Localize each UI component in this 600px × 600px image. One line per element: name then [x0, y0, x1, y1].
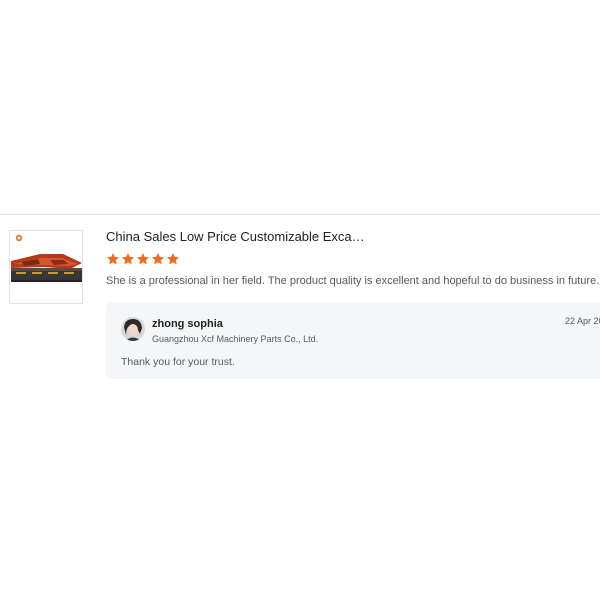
- supplier-reply-card: zhong sophia Guangzhou Xcf Machinery Par…: [106, 302, 600, 379]
- divider: [0, 214, 600, 215]
- avatar: [121, 317, 145, 341]
- reply-date: 22 Apr 20: [565, 316, 600, 326]
- product-title-link[interactable]: China Sales Low Price Customizable Excav…: [106, 229, 366, 245]
- review-page: China Sales Low Price Customizable Excav…: [0, 0, 600, 600]
- product-image: [10, 231, 82, 303]
- star-icon: [151, 253, 165, 265]
- review-text: She is a professional in her field. The …: [106, 275, 600, 287]
- reply-text: Thank you for your trust.: [121, 356, 235, 368]
- star-icon: [136, 253, 150, 265]
- avatar-icon: [121, 317, 145, 341]
- reply-author-name: zhong sophia: [152, 318, 223, 330]
- product-thumbnail[interactable]: [9, 230, 83, 304]
- reply-company-name: Guangzhou Xcf Machinery Parts Co., Ltd.: [152, 334, 319, 344]
- star-icon: [106, 253, 120, 265]
- star-icon: [121, 253, 135, 265]
- star-icon: [166, 253, 180, 265]
- rating-stars: [106, 252, 180, 267]
